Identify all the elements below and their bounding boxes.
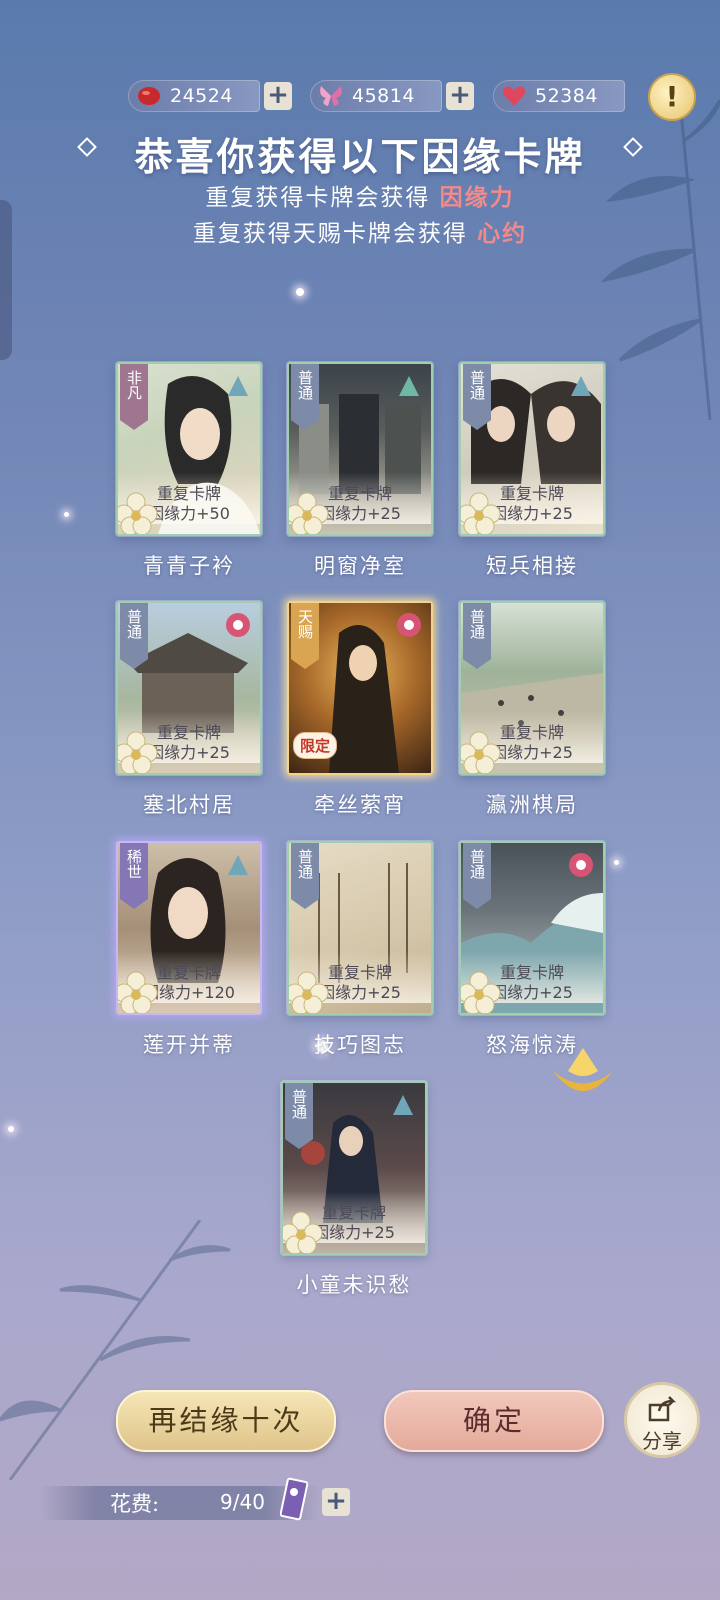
currency-value: 52384	[535, 85, 598, 107]
subtitle-highlight: 因缘力	[439, 184, 515, 211]
add-red-bean-button[interactable]: +	[264, 82, 292, 110]
flower-icon	[461, 731, 501, 773]
plum-blossom-icon	[226, 613, 250, 637]
share-button[interactable]: 分享	[624, 1382, 700, 1458]
red-bean-icon	[138, 87, 160, 105]
flower-icon	[289, 971, 329, 1013]
subtitle-text: 重复获得天赐卡牌会获得	[192, 221, 468, 247]
rarity-tag: 普通	[285, 1083, 313, 1149]
cost-value: 9/40	[220, 1490, 265, 1514]
currency-value: 24524	[170, 85, 233, 107]
flower-icon	[118, 971, 158, 1013]
share-icon	[648, 1396, 677, 1422]
flower-icon	[283, 1211, 323, 1253]
currency-value: 45814	[352, 85, 415, 107]
card-item[interactable]: 普通 重复卡牌 因缘力+25 短兵相接	[452, 362, 612, 580]
add-butterfly-button[interactable]: +	[446, 82, 474, 110]
heart-icon	[502, 86, 526, 106]
subtitle-text: 重复获得卡牌会获得	[205, 185, 431, 211]
sparkle	[296, 288, 304, 296]
rarity-tag: 普通	[291, 364, 319, 430]
card-item[interactable]: 稀世 重复卡牌 因缘力+120 莲开并蒂	[109, 841, 269, 1059]
subtitle-line-2: 重复获得天赐卡牌会获得 心约	[0, 214, 720, 248]
share-label: 分享	[642, 1429, 682, 1453]
card-item[interactable]: 普通 重复卡牌 因缘力+25 明窗净室	[280, 362, 440, 580]
lotus-lantern-icon	[553, 1048, 613, 1091]
flower-icon	[461, 492, 501, 534]
page-title: 恭喜你获得以下因缘卡牌	[134, 134, 586, 179]
card-item[interactable]: 普通 重复卡牌 因缘力+25 怒海惊涛	[452, 841, 612, 1059]
sparkle	[8, 1126, 14, 1132]
plum-blossom-icon	[397, 613, 421, 637]
card-name: 莲开并蒂	[143, 1033, 235, 1057]
ticket-icon	[280, 1477, 308, 1521]
flower-icon	[461, 971, 501, 1013]
cost-label: 花费:	[110, 1492, 160, 1516]
rarity-tag: 天赐	[291, 603, 319, 669]
card-item[interactable]: 普通 重复卡牌 因缘力+25 小童未识愁	[274, 1081, 434, 1299]
card-name: 塞北村居	[143, 793, 235, 817]
card-name: 小童未识愁	[296, 1273, 412, 1297]
subtitle-line-1: 重复获得卡牌会获得 因缘力	[0, 178, 720, 212]
card-item[interactable]: 普通 重复卡牌 因缘力+25 技巧图志	[280, 841, 440, 1059]
notice-button[interactable]: !	[648, 73, 696, 121]
subtitle-highlight: 心约	[477, 220, 528, 247]
fan-icon	[393, 1095, 413, 1115]
card-item[interactable]: 天赐 限定 牵丝萦宵	[280, 601, 440, 819]
currency-heart: 52384	[493, 80, 653, 112]
card-name: 瀛洲棋局	[486, 793, 578, 817]
card-name: 牵丝萦宵	[314, 793, 406, 817]
fan-icon	[228, 855, 248, 875]
rarity-tag: 普通	[463, 843, 491, 909]
confirm-button[interactable]: 确定	[384, 1390, 604, 1452]
card-item[interactable]: 非凡 重复卡牌 因缘力+50 青青子衿	[109, 362, 269, 580]
sparkle	[64, 512, 69, 517]
rarity-tag: 非凡	[120, 364, 148, 430]
plum-blossom-icon	[569, 853, 593, 877]
draw-ten-again-button[interactable]: 再结缘十次	[116, 1390, 336, 1452]
currency-red-bean: 24524 +	[128, 80, 292, 112]
fan-icon	[571, 376, 591, 396]
cost-bar	[40, 1486, 320, 1520]
card-item[interactable]: 普通 重复卡牌 因缘力+25 瀛洲棋局	[452, 601, 612, 819]
rarity-tag: 普通	[120, 603, 148, 669]
card-name: 青青子衿	[143, 554, 235, 578]
fan-icon	[399, 376, 419, 396]
rarity-tag: 稀世	[120, 843, 148, 909]
currency-butterfly: 45814 +	[310, 80, 474, 112]
add-ticket-button[interactable]: +	[322, 1488, 350, 1516]
rarity-tag: 普通	[463, 364, 491, 430]
card-name: 短兵相接	[486, 554, 578, 578]
limited-badge: 限定	[293, 732, 338, 759]
flower-icon	[118, 731, 158, 773]
card-name: 明窗净室	[314, 554, 406, 578]
card-item[interactable]: 普通 重复卡牌 因缘力+25 塞北村居	[109, 601, 269, 819]
flower-icon	[118, 492, 158, 534]
rarity-tag: 普通	[291, 843, 319, 909]
flower-icon	[289, 492, 329, 534]
sparkle	[614, 860, 619, 865]
butterfly-icon	[320, 86, 342, 106]
fan-icon	[228, 376, 248, 396]
card-name: 技巧图志	[314, 1033, 406, 1057]
rarity-tag: 普通	[463, 603, 491, 669]
